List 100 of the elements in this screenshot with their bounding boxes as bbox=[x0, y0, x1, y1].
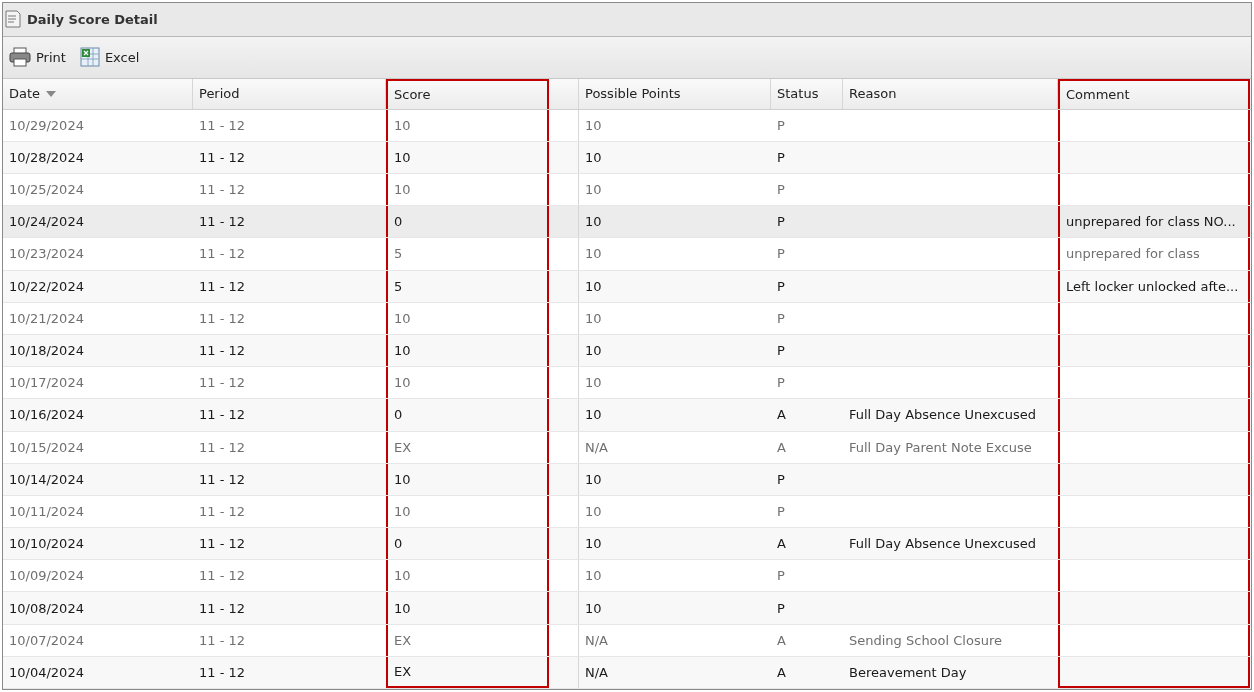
table-cell: P bbox=[777, 246, 785, 262]
table-cell: 10/18/2024 bbox=[9, 343, 84, 359]
table-row[interactable]: 10/29/2024 11 - 12 10 10 P bbox=[3, 109, 1251, 142]
table-row[interactable]: 10/07/2024 11 - 12 EX N/A A Sending School Closure bbox=[3, 624, 1251, 657]
table-cell: 11 - 12 bbox=[199, 117, 246, 133]
table-cell: 11 - 12 bbox=[199, 149, 246, 165]
table-cell: A bbox=[777, 407, 786, 423]
table-cell: 11 - 12 bbox=[199, 664, 246, 680]
table-cell: 0 bbox=[394, 214, 403, 230]
table-cell: 10 bbox=[585, 568, 602, 584]
table-row[interactable]: 10/16/2024 11 - 12 0 10 A Full Day Absence Unexcused bbox=[3, 399, 1251, 432]
table-cell: P bbox=[777, 310, 785, 326]
column-header[interactable]: Period bbox=[193, 78, 386, 109]
table-cell: Full Day Parent Note Excuse bbox=[849, 439, 1032, 455]
table-cell: 10/09/2024 bbox=[9, 568, 84, 584]
table-cell: 11 - 12 bbox=[199, 343, 246, 359]
table-cell: Left locker unlocked afte... bbox=[1066, 278, 1239, 294]
spreadsheet-icon bbox=[79, 47, 100, 68]
table-row[interactable]: 10/18/2024 11 - 12 10 10 P bbox=[3, 334, 1251, 368]
table-cell: 11 - 12 bbox=[199, 471, 246, 487]
table-row[interactable]: 10/21/2024 11 - 12 10 10 P bbox=[3, 302, 1251, 335]
table-cell: 10/23/2024 bbox=[9, 246, 84, 262]
table-cell: 11 - 12 bbox=[199, 246, 246, 262]
table-cell: 11 - 12 bbox=[199, 407, 246, 423]
table-cell: 10/29/2024 bbox=[9, 117, 84, 133]
table-row[interactable]: 10/28/2024 11 - 12 10 10 P bbox=[3, 141, 1251, 174]
table-cell: 11 - 12 bbox=[199, 504, 246, 519]
table-cell: 10 bbox=[585, 343, 602, 359]
print-button[interactable]: Print bbox=[9, 47, 66, 68]
table-cell: 11 - 12 bbox=[199, 600, 246, 616]
table-cell: 10 bbox=[394, 600, 411, 616]
column-header[interactable]: Reason bbox=[843, 78, 1058, 109]
table-cell: 10 bbox=[394, 471, 411, 487]
table-cell: 0 bbox=[394, 536, 403, 552]
table-cell: EX bbox=[394, 663, 412, 679]
table-row[interactable]: 10/22/2024 11 - 12 5 10 P Left locker unlocked afte... bbox=[3, 270, 1251, 303]
table-cell: 10 bbox=[585, 214, 602, 230]
table-row[interactable]: 10/08/2024 11 - 12 10 10 P bbox=[3, 592, 1251, 625]
table-row[interactable]: 10/17/2024 11 - 12 10 10 P bbox=[3, 367, 1251, 400]
table-cell: P bbox=[777, 149, 785, 165]
export-button[interactable]: Excel bbox=[79, 47, 140, 68]
sort-down-icon bbox=[46, 90, 57, 97]
table-row[interactable]: 10/25/2024 11 - 12 10 10 P bbox=[3, 174, 1251, 207]
table-cell: P bbox=[777, 568, 785, 584]
table-cell: A bbox=[777, 536, 786, 552]
table-cell: unprepared for class NO... bbox=[1066, 214, 1236, 230]
column-header[interactable]: Possible Points bbox=[579, 78, 771, 109]
table-cell: 10 bbox=[585, 149, 602, 165]
table-cell: 10 bbox=[585, 182, 602, 198]
table-cell: 10 bbox=[585, 504, 602, 519]
table-cell: P bbox=[777, 375, 785, 391]
table-cell: EX bbox=[394, 632, 412, 648]
table-cell: P bbox=[777, 343, 785, 359]
table-cell: 11 - 12 bbox=[199, 568, 246, 584]
table-row[interactable]: 10/23/2024 11 - 12 5 10 P unprepared for class bbox=[3, 238, 1251, 271]
table-cell: 10 bbox=[585, 600, 602, 616]
table-cell: 10/08/2024 bbox=[9, 600, 84, 616]
table-cell: 11 - 12 bbox=[199, 182, 246, 198]
table-cell: N/A bbox=[585, 632, 608, 648]
table-cell: 10/04/2024 bbox=[9, 664, 84, 680]
table-row[interactable]: 10/11/2024 11 - 12 10 10 P bbox=[3, 495, 1251, 529]
table-cell: 10/17/2024 bbox=[9, 375, 84, 391]
table-cell: 11 - 12 bbox=[199, 632, 246, 648]
table-cell: 10 bbox=[394, 343, 411, 359]
table-row[interactable]: 10/09/2024 11 - 12 10 10 P bbox=[3, 560, 1251, 593]
table-cell: 10 bbox=[394, 568, 411, 584]
table-row[interactable]: 10/24/2024 11 - 12 0 10 P unprepared for class NO... bbox=[3, 206, 1251, 239]
table-cell: 0 bbox=[394, 407, 403, 423]
table-cell: 10/07/2024 bbox=[9, 632, 84, 648]
table-cell: N/A bbox=[585, 664, 608, 680]
table-cell: A bbox=[777, 632, 786, 648]
table-cell: P bbox=[777, 471, 785, 487]
table-row[interactable]: 10/04/2024 11 - 12 EX N/A A Bereavement Day bbox=[3, 656, 1251, 689]
table-cell: Full Day Absence Unexcused bbox=[849, 536, 1036, 552]
table-cell: 10 bbox=[394, 149, 411, 165]
table-cell: Sending School Closure bbox=[849, 632, 1002, 648]
table-cell: 10/15/2024 bbox=[9, 439, 84, 455]
table-cell: A bbox=[777, 439, 786, 455]
panel-title: Daily Score Detail bbox=[27, 11, 158, 27]
table-cell: Bereavement Day bbox=[849, 664, 967, 680]
table-cell: 10 bbox=[585, 407, 602, 423]
column-header[interactable]: Date bbox=[3, 78, 193, 109]
column-header[interactable]: Score bbox=[386, 78, 549, 109]
print-icon bbox=[9, 47, 31, 68]
table-cell: 10 bbox=[394, 182, 411, 198]
table-cell: A bbox=[777, 664, 786, 680]
table-cell: 10 bbox=[394, 310, 411, 326]
table-cell: 11 - 12 bbox=[199, 439, 246, 455]
table-row[interactable]: 10/15/2024 11 - 12 EX N/A A Full Day Parent Note Excuse bbox=[3, 431, 1251, 464]
table-cell: 10 bbox=[585, 117, 602, 133]
table-cell: unprepared for class bbox=[1066, 246, 1200, 262]
table-cell: 10/25/2024 bbox=[9, 182, 84, 198]
table-cell: 10 bbox=[585, 278, 602, 294]
column-header[interactable]: Comment bbox=[1058, 78, 1250, 109]
table-cell: P bbox=[777, 600, 785, 616]
table-row[interactable]: 10/14/2024 11 - 12 10 10 P bbox=[3, 463, 1251, 496]
table-cell: 5 bbox=[394, 246, 403, 262]
table-row[interactable]: 10/10/2024 11 - 12 0 10 A Full Day Absence Unexcused bbox=[3, 528, 1251, 561]
table-cell: 10/14/2024 bbox=[9, 471, 84, 487]
column-header[interactable]: Status bbox=[771, 78, 843, 109]
